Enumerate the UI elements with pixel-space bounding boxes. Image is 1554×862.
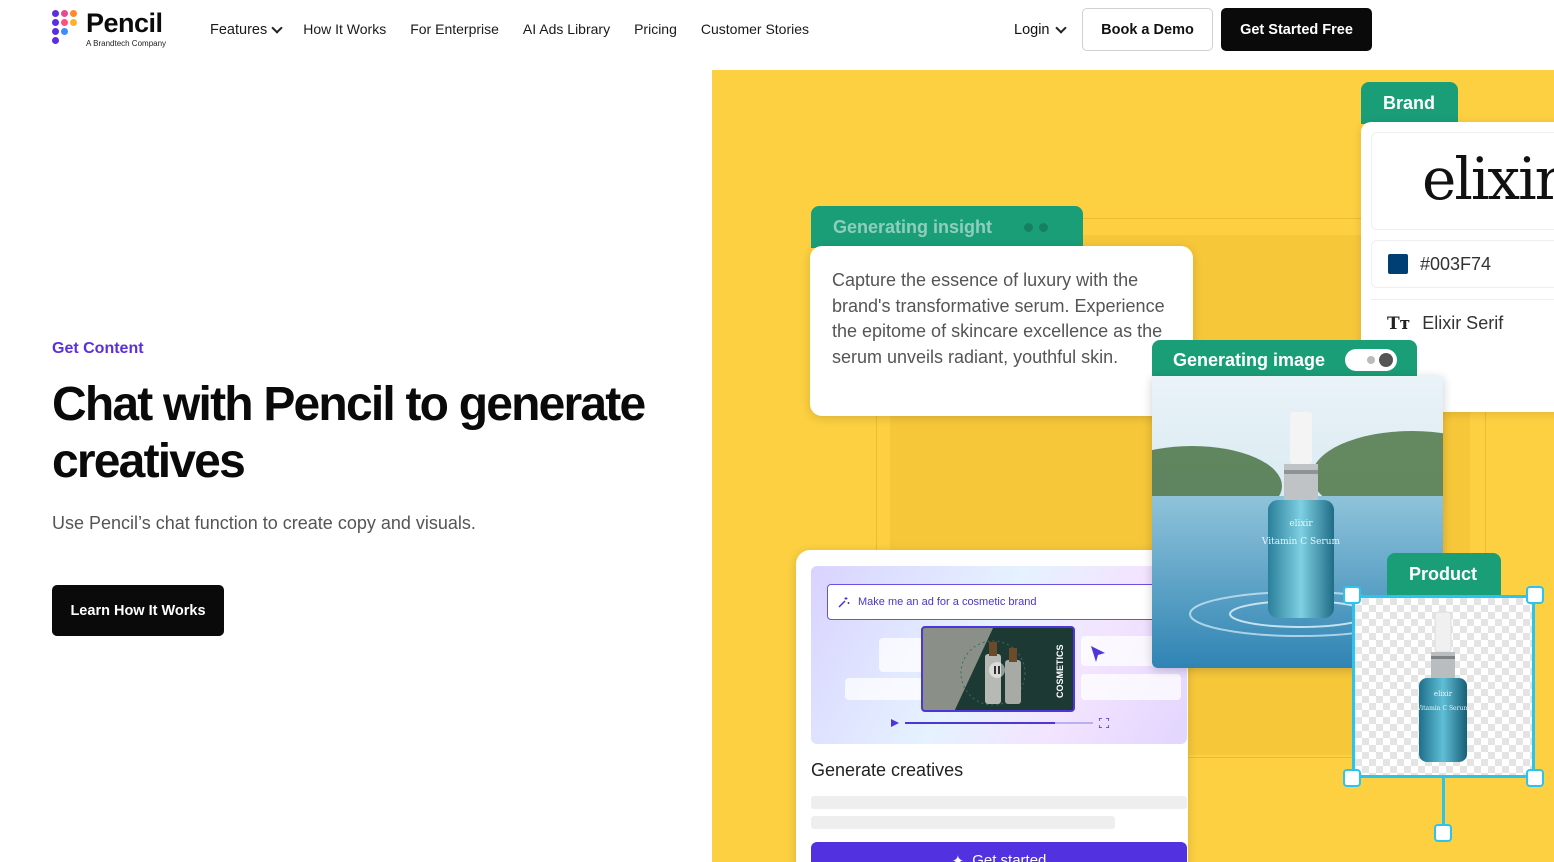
logo-tagline: A Brandtech Company (86, 39, 167, 48)
nav-pricing[interactable]: Pricing (634, 20, 677, 38)
resize-handle-top-right[interactable] (1526, 586, 1544, 604)
hero-subhead: Use Pencil’s chat function to create cop… (52, 513, 476, 533)
chat-card: Make me an ad for a cosmetic brand COSME… (796, 550, 1188, 862)
main-nav: Features How It Works For Enterprise AI … (210, 20, 809, 38)
product-cutout[interactable]: elixir Vitamin C Serum (1352, 595, 1535, 778)
hero-eyebrow: Get Content (52, 340, 144, 357)
pencil-logo-icon (52, 10, 78, 46)
color-swatch (1388, 254, 1408, 274)
progress-track[interactable] (905, 722, 1093, 724)
nav-how-it-works[interactable]: How It Works (303, 20, 386, 38)
resize-handle-bottom-left[interactable] (1343, 769, 1361, 787)
pencil-logo[interactable]: Pencil A Brandtech Company (52, 10, 166, 48)
insight-tab-label: Generating insight (833, 216, 993, 237)
chat-prompt-text: Make me an ad for a cosmetic brand (858, 596, 1037, 608)
brand-tab: Brand (1361, 82, 1458, 124)
generate-creatives-title: Generate creatives (811, 760, 964, 780)
get-started-label: Get started (972, 852, 1047, 862)
chevron-down-icon (1055, 22, 1068, 34)
play-icon[interactable] (891, 719, 899, 727)
skeleton-line (811, 796, 1187, 809)
image-tab-label: Generating image (1173, 349, 1326, 370)
progress-fill (905, 722, 1056, 724)
brand-font-name: Elixir Serif (1422, 313, 1504, 333)
nav-customer-stories[interactable]: Customer Stories (701, 20, 809, 38)
top-nav: Pencil A Brandtech Company Features How … (0, 0, 1554, 62)
loading-dots-icon (1024, 222, 1049, 232)
generating-insight-tab: Generating insight (811, 206, 1083, 248)
learn-how-it-works-button[interactable]: Learn How It Works (52, 585, 224, 636)
resize-handle-top-left[interactable] (1343, 586, 1361, 604)
get-started-button[interactable]: ✦ Get started (811, 842, 1187, 862)
chat-preview: Make me an ad for a cosmetic brand COSME… (811, 566, 1187, 744)
video-frame: COSMETICS (923, 628, 1073, 710)
insight-card: Capture the essence of luxury with the b… (810, 246, 1193, 416)
bottle-product: Vitamin C Serum (1261, 537, 1341, 547)
bottle-brand: elixir (1434, 690, 1453, 698)
nav-features-label: Features (210, 22, 268, 38)
nav-ai-ads-library[interactable]: AI Ads Library (523, 20, 610, 38)
fullscreen-icon[interactable] (1099, 718, 1109, 728)
toggle-switch[interactable] (1345, 349, 1398, 371)
resize-handle-bottom-right[interactable] (1526, 769, 1544, 787)
placeholder-block (1081, 674, 1181, 700)
brand-color-row: #003F74 (1371, 240, 1554, 288)
nav-for-enterprise[interactable]: For Enterprise (410, 20, 499, 38)
hero-headline: Chat with Pencil to generate creatives (52, 378, 646, 488)
video-label: COSMETICS (1055, 644, 1065, 698)
skeleton-line (811, 816, 1115, 829)
bottle-product: Vitamin C Serum (1416, 705, 1469, 712)
login-dropdown[interactable]: Login (1014, 22, 1068, 38)
cursor-arrow-icon (1091, 646, 1105, 662)
text-font-icon: Tт (1387, 313, 1411, 334)
video-preview[interactable]: COSMETICS (921, 626, 1075, 712)
sparkle-icon: ✦ (951, 853, 965, 862)
login-label: Login (1014, 22, 1050, 38)
bottle-brand: elixir (1289, 519, 1313, 529)
brand-color-hex: #003F74 (1420, 253, 1492, 274)
product-tab: Product (1387, 553, 1501, 595)
hero-illustration: Generating insight Capture the essence o… (712, 70, 1554, 862)
chevron-down-icon (271, 22, 283, 34)
nav-features[interactable]: Features (210, 22, 283, 38)
product-bottle: elixir Vitamin C Serum (1416, 611, 1469, 762)
get-started-free-button[interactable]: Get Started Free (1221, 8, 1372, 51)
brand-logo-preview: elixir (1371, 132, 1554, 230)
generating-image-tab: Generating image (1152, 340, 1417, 380)
book-demo-button[interactable]: Book a Demo (1082, 8, 1213, 51)
logo-wordmark: Pencil (86, 8, 163, 38)
chat-prompt-input[interactable]: Make me an ad for a cosmetic brand (827, 584, 1167, 620)
rotate-stem (1442, 778, 1445, 826)
video-controls[interactable] (891, 716, 1109, 730)
rotate-handle[interactable] (1434, 824, 1452, 842)
magic-wand-icon (838, 597, 850, 608)
